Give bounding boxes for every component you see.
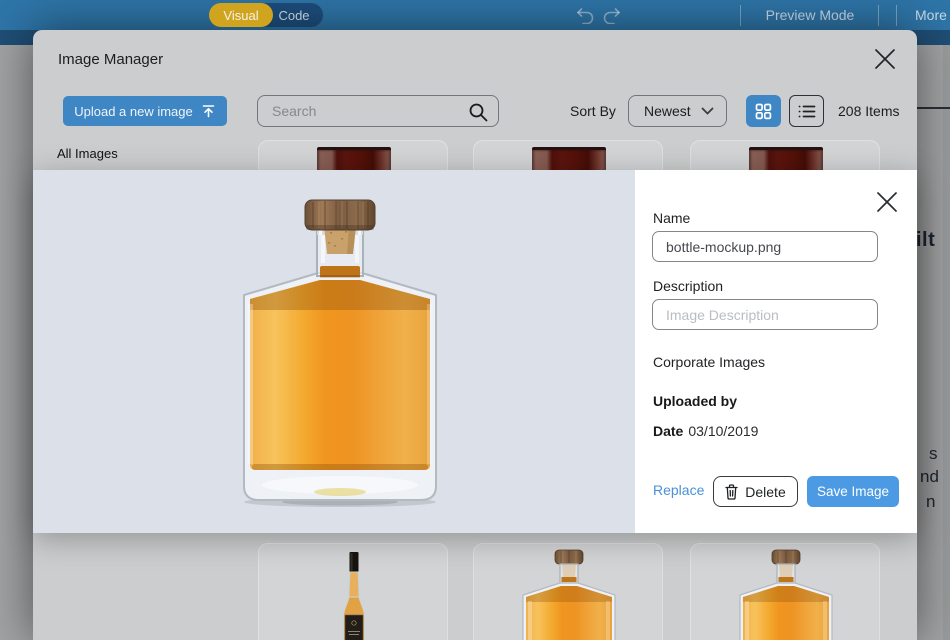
detail-close-button[interactable] [873,188,901,216]
topbar-divider [896,5,897,26]
uploaded-by-label: Uploaded by [653,393,737,409]
list-view-button[interactable] [789,95,824,127]
visual-tab[interactable]: Visual [209,3,273,27]
grid-view-button[interactable] [746,95,781,127]
upload-image-button[interactable]: Upload a new image [63,96,227,126]
sort-by-label: Sort By [570,103,616,119]
preview-mode-button[interactable]: Preview Mode [745,7,875,23]
date-value: 03/10/2019 [688,423,758,439]
delete-button[interactable]: Delete [713,476,798,507]
image-category: Corporate Images [653,354,765,370]
close-icon [873,47,897,71]
screen: Code Visual Preview Mode More ilt s nd n [0,0,950,640]
image-card[interactable] [690,543,880,640]
search-input[interactable] [258,96,498,126]
name-label: Name [653,210,690,226]
description-label: Description [653,278,723,294]
date-row: Date 03/10/2019 [653,423,758,439]
chevron-down-icon [701,107,714,115]
image-preview-area [33,170,635,533]
list-view-icon [798,104,816,119]
image-detail-panel: Name Description Corporate Images Upload… [33,170,917,533]
thumbnail-decanter-image [736,549,836,640]
name-input[interactable] [652,231,878,262]
thumbnail-wine-bottle-image [334,551,374,640]
thumbnail-decanter-image [519,549,619,640]
save-image-button[interactable]: Save Image [807,476,899,507]
upload-icon [201,104,216,118]
topbar-divider [878,5,879,26]
image-card[interactable] [473,543,663,640]
sidebar-item-all-images[interactable]: All Images [57,146,118,161]
app-top-bar: Code Visual Preview Mode More [0,0,950,30]
description-input[interactable] [652,299,878,330]
visual-code-toggle: Code Visual [209,3,323,27]
replace-link[interactable]: Replace [653,482,704,498]
date-label: Date [653,423,683,439]
sort-dropdown-value: Newest [644,103,701,119]
close-icon [875,190,899,214]
topbar-divider [740,5,741,26]
undo-icon[interactable] [572,7,596,24]
image-card[interactable] [258,543,448,640]
redo-icon[interactable] [601,7,625,24]
image-metadata-form: Name Description Corporate Images Upload… [635,170,917,533]
bottle-preview-image [237,198,443,508]
search-icon[interactable] [468,102,489,123]
items-count: 208 Items [838,103,899,119]
dialog-title: Image Manager [58,51,163,68]
dialog-close-button[interactable] [871,45,899,73]
sort-dropdown[interactable]: Newest [628,95,727,127]
grid-view-icon [755,103,772,120]
more-button[interactable]: More [915,7,947,23]
search-field [257,95,499,127]
trash-icon [725,484,738,500]
